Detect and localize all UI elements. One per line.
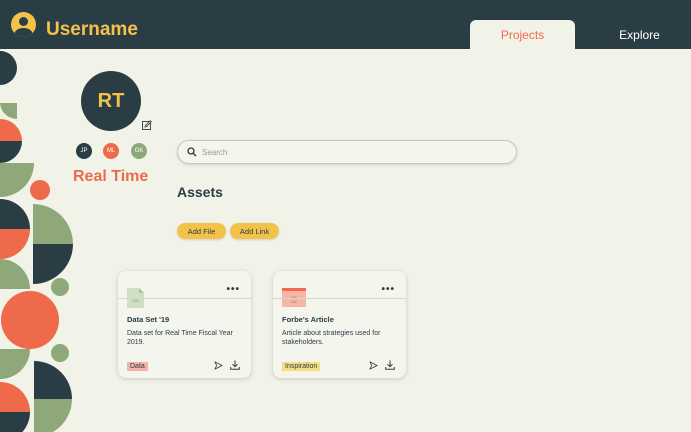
tab-explore[interactable]: Explore — [597, 20, 682, 49]
svg-text:Link: Link — [291, 300, 297, 304]
search-input[interactable] — [202, 144, 502, 160]
edit-icon[interactable] — [142, 120, 152, 130]
more-options-icon[interactable]: ••• — [381, 285, 395, 295]
download-icon[interactable] — [230, 360, 240, 370]
card-tag[interactable]: Data — [127, 362, 148, 371]
more-options-icon[interactable]: ••• — [226, 285, 240, 295]
share-icon[interactable] — [214, 361, 223, 370]
assets-heading: Assets — [177, 184, 223, 200]
asset-card[interactable]: CSV ••• Data Set '19 Data set for Real T… — [118, 271, 251, 378]
user-avatar-icon[interactable] — [11, 12, 36, 37]
card-tag[interactable]: Inspiration — [282, 362, 321, 371]
member-avatar[interactable]: GK — [131, 143, 147, 159]
card-description: Article about strategies used for stakeh… — [282, 330, 381, 347]
search-bar[interactable] — [177, 140, 517, 164]
tab-projects[interactable]: Projects — [470, 20, 575, 49]
share-icon[interactable] — [369, 361, 378, 370]
top-bar: Username Projects Explore — [0, 0, 691, 49]
add-file-button[interactable]: Add File — [177, 223, 226, 239]
add-link-button[interactable]: Add Link — [230, 223, 279, 239]
download-icon[interactable] — [385, 360, 395, 370]
team-avatar[interactable]: RT — [81, 71, 141, 131]
member-avatar[interactable]: ML — [103, 143, 119, 159]
username-label[interactable]: Username — [46, 19, 138, 41]
asset-card[interactable]: ⊃⊂ Link ••• Forbe's Article Article abou… — [273, 271, 406, 378]
search-icon — [187, 147, 197, 157]
card-title: Forbe's Article — [282, 315, 334, 324]
card-title: Data Set '19 — [127, 315, 170, 324]
decorative-pattern — [0, 51, 73, 432]
card-description: Data set for Real Time Fiscal Year 2019. — [127, 330, 233, 347]
team-name: Real Time — [73, 168, 149, 185]
svg-text:CSV: CSV — [132, 299, 140, 303]
member-avatar[interactable]: JP — [76, 143, 92, 159]
